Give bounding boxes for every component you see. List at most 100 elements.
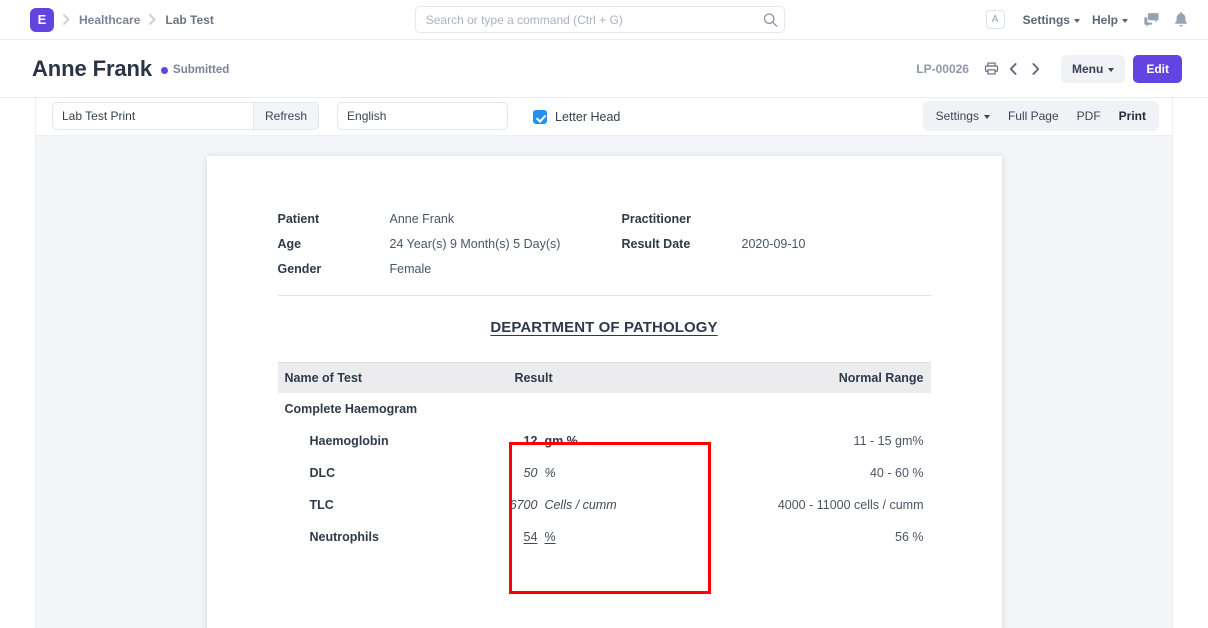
- meta-label-practitioner: Practitioner: [622, 212, 742, 226]
- page-title: Anne Frank: [32, 56, 152, 82]
- content-container: Refresh English Letter Head Settings Ful…: [35, 98, 1173, 628]
- chevron-left-icon[interactable]: [1003, 58, 1025, 80]
- page-head-actions: LP-00026 Menu Edit: [916, 55, 1182, 83]
- breadcrumb-item-lab-test[interactable]: Lab Test: [165, 13, 213, 27]
- test-result-unit: %: [544, 530, 555, 544]
- test-result-cell: [500, 393, 687, 425]
- meta-value-gender: Female: [390, 262, 622, 276]
- meta-value-practitioner: [742, 212, 931, 226]
- test-result-cell: 6700Cells / cumm: [500, 489, 687, 521]
- meta-label-empty: [622, 262, 742, 276]
- test-normal-range: 40 - 60 %: [688, 457, 931, 489]
- meta-label-age: Age: [278, 237, 390, 251]
- test-result-unit: gm %: [544, 434, 577, 448]
- document-divider: [278, 295, 931, 296]
- print-format-group: Refresh: [52, 102, 319, 130]
- letter-head-checkbox[interactable]: [533, 110, 547, 124]
- preview-settings-dropdown[interactable]: Settings: [927, 101, 999, 131]
- language-select[interactable]: English: [337, 102, 508, 130]
- meta-label-gender: Gender: [278, 262, 390, 276]
- global-search: [415, 6, 785, 33]
- page-title-group: Anne Frank Submitted: [32, 56, 916, 82]
- lab-table-header-row: Name of Test Result Normal Range: [278, 362, 931, 393]
- test-result-cell: 54%: [500, 521, 687, 553]
- test-name: Haemoglobin: [278, 425, 501, 457]
- letter-head-toggle[interactable]: Letter Head: [533, 110, 620, 124]
- meta-value-empty: [742, 262, 931, 276]
- table-row: Complete Haemogram: [278, 393, 931, 425]
- table-row: Neutrophils54%56 %: [278, 521, 931, 553]
- print-format-document: Patient Anne Frank Practitioner Age 24 Y…: [207, 156, 1002, 628]
- column-header-name-of-test: Name of Test: [278, 362, 501, 393]
- nav-help-dropdown[interactable]: Help: [1086, 9, 1134, 31]
- nav-settings-label: Settings: [1023, 13, 1070, 27]
- status-badge: Submitted: [161, 64, 229, 76]
- comment-icon[interactable]: [1138, 7, 1164, 33]
- letter-head-label: Letter Head: [555, 110, 620, 124]
- status-dot-icon: [161, 67, 168, 74]
- search-input[interactable]: [415, 6, 785, 33]
- chevron-down-icon-4: [984, 115, 990, 119]
- chevron-down-icon-2: [1122, 19, 1128, 23]
- page-head: Anne Frank Submitted LP-00026 Menu Edit: [0, 40, 1208, 98]
- meta-value-result-date: 2020-09-10: [742, 237, 931, 251]
- lab-table-head: Name of Test Result Normal Range: [278, 362, 931, 393]
- search-icon[interactable]: [763, 12, 778, 27]
- test-name: DLC: [278, 457, 501, 489]
- print-preview-area[interactable]: Patient Anne Frank Practitioner Age 24 Y…: [36, 136, 1172, 628]
- nav-settings-dropdown[interactable]: Settings: [1017, 9, 1086, 31]
- test-result-value: 54: [507, 530, 537, 544]
- navbar-right: A Settings Help: [986, 7, 1194, 33]
- menu-button[interactable]: Menu: [1061, 55, 1125, 83]
- table-row: DLC50%40 - 60 %: [278, 457, 931, 489]
- app-logo[interactable]: E: [30, 8, 54, 32]
- lab-results-table: Name of Test Result Normal Range Complet…: [278, 362, 931, 553]
- table-row: TLC6700Cells / cumm4000 - 11000 cells / …: [278, 489, 931, 521]
- test-name: Neutrophils: [278, 521, 501, 553]
- page-body: Refresh English Letter Head Settings Ful…: [0, 98, 1208, 628]
- print-toolbar: Refresh English Letter Head Settings Ful…: [36, 98, 1172, 136]
- table-row: Haemoglobin 12 gm % 11 - 15 gm%: [278, 425, 931, 457]
- status-label: Submitted: [173, 64, 229, 76]
- print-format-input[interactable]: [52, 102, 253, 130]
- column-header-normal-range: Normal Range: [688, 362, 931, 393]
- test-result-value: 50: [507, 466, 537, 480]
- test-normal-range: 56 %: [688, 521, 931, 553]
- avatar[interactable]: A: [986, 10, 1005, 29]
- breadcrumb-separator-icon: [63, 14, 70, 25]
- meta-label-result-date: Result Date: [622, 237, 742, 251]
- pdf-button[interactable]: PDF: [1068, 101, 1110, 131]
- test-result-unit: %: [544, 466, 555, 480]
- breadcrumb-item-healthcare[interactable]: Healthcare: [79, 13, 140, 27]
- preview-settings-label: Settings: [936, 109, 979, 123]
- printer-icon[interactable]: [981, 58, 1003, 80]
- test-normal-range: 11 - 15 gm%: [688, 425, 931, 457]
- column-header-result: Result: [500, 362, 687, 393]
- test-result-value: 12: [507, 434, 537, 448]
- test-name: TLC: [278, 489, 501, 521]
- full-page-button[interactable]: Full Page: [999, 101, 1068, 131]
- refresh-button[interactable]: Refresh: [253, 102, 319, 130]
- meta-value-patient: Anne Frank: [390, 212, 622, 226]
- navbar-center: [214, 6, 986, 33]
- department-title: DEPARTMENT OF PATHOLOGY: [278, 319, 931, 336]
- meta-label-patient: Patient: [278, 212, 390, 226]
- breadcrumb-separator-icon-2: [149, 14, 156, 25]
- lab-table-body: Complete HaemogramHaemoglobin 12 gm % 11 - …: [278, 393, 931, 553]
- meta-value-age: 24 Year(s) 9 Month(s) 5 Day(s): [390, 237, 622, 251]
- chevron-down-icon: [1074, 19, 1080, 23]
- chevron-down-icon-3: [1108, 68, 1114, 72]
- test-normal-range: 4000 - 11000 cells / cumm: [688, 489, 931, 521]
- menu-button-label: Menu: [1072, 62, 1103, 76]
- print-button[interactable]: Print: [1110, 101, 1155, 131]
- notification-bell-icon[interactable]: [1168, 7, 1194, 33]
- test-result-value: 6700: [507, 498, 537, 512]
- preview-actions: Settings Full Page PDF Print: [923, 101, 1159, 131]
- nav-help-label: Help: [1092, 13, 1118, 27]
- chevron-right-icon[interactable]: [1025, 58, 1047, 80]
- test-group-name: Complete Haemogram: [278, 393, 501, 425]
- test-result-cell: 12 gm %: [500, 425, 687, 457]
- edit-button[interactable]: Edit: [1133, 55, 1182, 83]
- test-result-cell: 50%: [500, 457, 687, 489]
- patient-meta-grid: Patient Anne Frank Practitioner Age 24 Y…: [278, 212, 931, 276]
